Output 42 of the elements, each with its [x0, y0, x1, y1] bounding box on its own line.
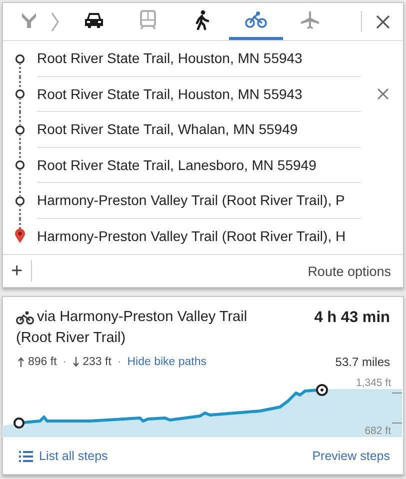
elevation-min-label: 682 ft — [364, 425, 391, 437]
waypoint-icon — [15, 160, 25, 170]
elevation-loss: 233 ft — [82, 356, 112, 368]
end-marker — [316, 384, 328, 396]
bicycle-icon — [245, 11, 267, 29]
list-all-steps-link[interactable]: List all steps — [19, 449, 108, 463]
waypoint-field[interactable]: Root River State Trail, Whalan, MN 55949 — [37, 121, 298, 138]
elevation-max-label: 1,345 ft — [356, 377, 391, 389]
airplane-icon — [300, 10, 320, 30]
waypoint-icon — [15, 124, 25, 135]
waypoint-field[interactable]: Root River State Trail, Houston, MN 55943 — [37, 86, 302, 102]
car-icon — [83, 11, 105, 29]
waypoint-icon — [15, 54, 25, 64]
separator-dot: · — [62, 356, 68, 368]
location-pin-icon — [14, 228, 26, 244]
close-icon — [376, 14, 390, 28]
route-distance: 53.7 miles — [335, 355, 390, 369]
fork-icon — [19, 11, 39, 29]
list-icon — [19, 450, 33, 462]
preview-steps-link[interactable]: Preview steps — [312, 449, 390, 463]
route-name[interactable]: via Harmony-Preston Valley Trail (Root River Trail) — [16, 307, 286, 349]
up-arrow-icon — [18, 357, 24, 367]
add-destination-button[interactable]: + — [3, 260, 32, 282]
waypoint-field[interactable]: Root River State Trail, Houston, MN 55943 — [37, 50, 302, 66]
close-icon — [377, 88, 389, 100]
down-arrow-icon — [72, 357, 79, 367]
remove-button[interactable] — [377, 88, 389, 100]
waypoint-field[interactable]: Harmony-Preston Valley Trail (Root River Trail), P — [37, 192, 345, 208]
chevron-icon — [50, 12, 60, 32]
waypoint-field[interactable]: Root River State Trail, Lanesboro, MN 55949 — [37, 156, 316, 173]
hide-bike-paths-link[interactable]: Hide bike paths — [127, 356, 207, 368]
waypoint-icon — [15, 196, 25, 206]
walking-person-icon — [194, 10, 210, 30]
bicycle-icon — [16, 311, 34, 325]
train-icon — [139, 10, 157, 30]
waypoint-icon — [15, 89, 25, 100]
route-options-button[interactable]: Route options — [296, 264, 403, 278]
separator-dot: · — [116, 356, 122, 368]
waypoint-field[interactable]: Harmony-Preston Valley Trail (Root River Trail), H — [37, 228, 346, 244]
start-marker — [14, 418, 24, 428]
elevation-gain: 896 ft — [28, 356, 57, 368]
travel-time: 4 h 43 min — [314, 308, 390, 328]
